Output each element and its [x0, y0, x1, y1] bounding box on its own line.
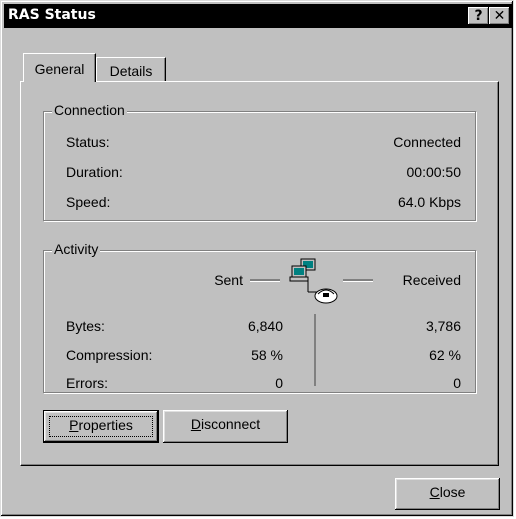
close-button[interactable]: Close: [395, 478, 500, 510]
help-button[interactable]: ?: [468, 7, 489, 25]
tab-details-label: Details: [109, 63, 153, 79]
close-label-rest: lose: [439, 484, 466, 500]
close-accelerator: C: [429, 484, 440, 500]
properties-button[interactable]: Properties: [43, 410, 159, 443]
duration-label: Duration:: [66, 164, 123, 180]
properties-button-label: Properties: [69, 417, 133, 433]
status-label: Status:: [66, 134, 110, 150]
title-bar[interactable]: RAS Status ? ✕: [4, 4, 512, 28]
network-computers-icon: [289, 258, 338, 304]
ras-status-dialog: RAS Status ? ✕ General Details Connectio…: [0, 0, 514, 517]
close-button-label: Close: [430, 484, 466, 500]
connection-group-label: Connection: [52, 102, 127, 118]
help-icon: ?: [474, 8, 483, 24]
errors-sent: 0: [275, 375, 283, 391]
sent-label: Sent: [214, 272, 243, 288]
bytes-label: Bytes:: [66, 318, 105, 334]
status-value: Connected: [393, 134, 461, 150]
received-divider: [343, 279, 373, 282]
window-title: RAS Status: [8, 7, 96, 23]
activity-divider: [314, 314, 316, 386]
close-window-button[interactable]: ✕: [489, 7, 510, 25]
bytes-sent: 6,840: [247, 318, 283, 334]
tab-general-label: General: [34, 61, 85, 77]
compression-sent: 58 %: [251, 347, 283, 363]
errors-label: Errors:: [66, 375, 108, 391]
disconnect-accelerator: D: [190, 416, 201, 432]
duration-value: 00:00:50: [406, 164, 462, 180]
disconnect-label-rest: isconnect: [200, 416, 261, 432]
disconnect-button-label: Disconnect: [191, 416, 260, 432]
errors-received: 0: [453, 375, 461, 391]
speed-value: 64.0 Kbps: [397, 194, 461, 210]
received-label: Received: [402, 272, 461, 288]
properties-label-rest: roperties: [78, 417, 133, 433]
activity-group-label: Activity: [52, 241, 101, 257]
close-icon: ✕: [493, 8, 506, 24]
bytes-received: 3,786: [425, 318, 461, 334]
tab-general[interactable]: General: [23, 53, 96, 82]
compression-label: Compression:: [66, 347, 153, 363]
compression-received: 62 %: [429, 347, 461, 363]
speed-label: Speed:: [66, 194, 111, 210]
sent-divider: [250, 279, 280, 282]
tab-details[interactable]: Details: [96, 57, 166, 81]
general-tab-panel: Connection Status: Connected Duration: 0…: [20, 81, 499, 466]
disconnect-button[interactable]: Disconnect: [163, 410, 288, 443]
